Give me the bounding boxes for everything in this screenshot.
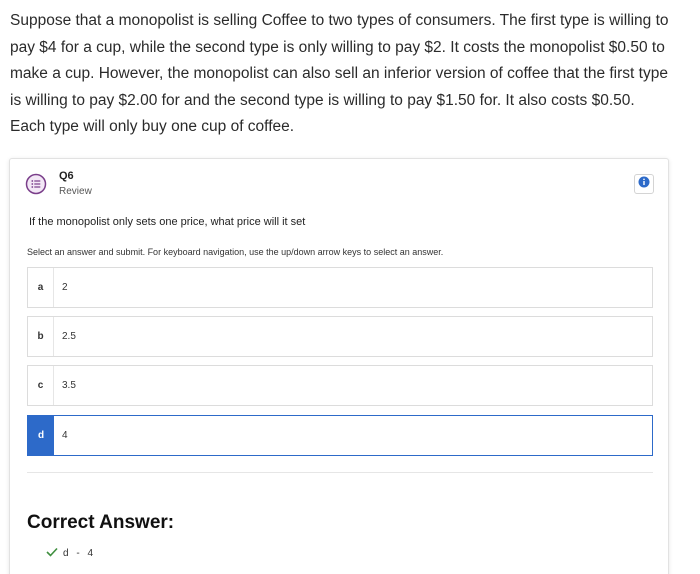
option-letter: d [28,416,54,455]
question-subtitle: Review [59,186,92,197]
correct-answer-separator: - [73,548,83,559]
correct-answer-heading: Correct Answer: [27,512,175,533]
correct-answer-row: d - 4 [46,547,93,560]
answer-option-c[interactable]: c 3.5 [27,365,653,406]
question-card: Q6 Review If the monopolist only sets on… [9,158,669,574]
correct-answer-letter: d [63,548,69,559]
option-letter: a [28,268,54,307]
question-number: Q6 [59,170,74,182]
option-value: 3.5 [62,380,76,391]
answer-option-b[interactable]: b 2.5 [27,316,653,357]
option-value: 4 [62,430,68,441]
divider [27,472,653,473]
option-letter: c [28,366,54,405]
answer-instructions: Select an answer and submit. For keyboar… [27,247,444,257]
option-value: 2 [62,282,68,293]
question-text: If the monopolist only sets one price, w… [29,216,306,228]
option-letter: b [28,317,54,356]
info-icon [638,175,650,193]
option-value: 2.5 [62,331,76,342]
checkmark-icon [46,547,58,560]
correct-answer-value: 4 [87,548,94,559]
answer-option-d[interactable]: d 4 [27,415,653,456]
question-list-icon [25,173,47,195]
problem-statement: Suppose that a monopolist is selling Cof… [10,12,669,135]
info-button[interactable] [634,174,654,194]
answer-option-a[interactable]: a 2 [27,267,653,308]
